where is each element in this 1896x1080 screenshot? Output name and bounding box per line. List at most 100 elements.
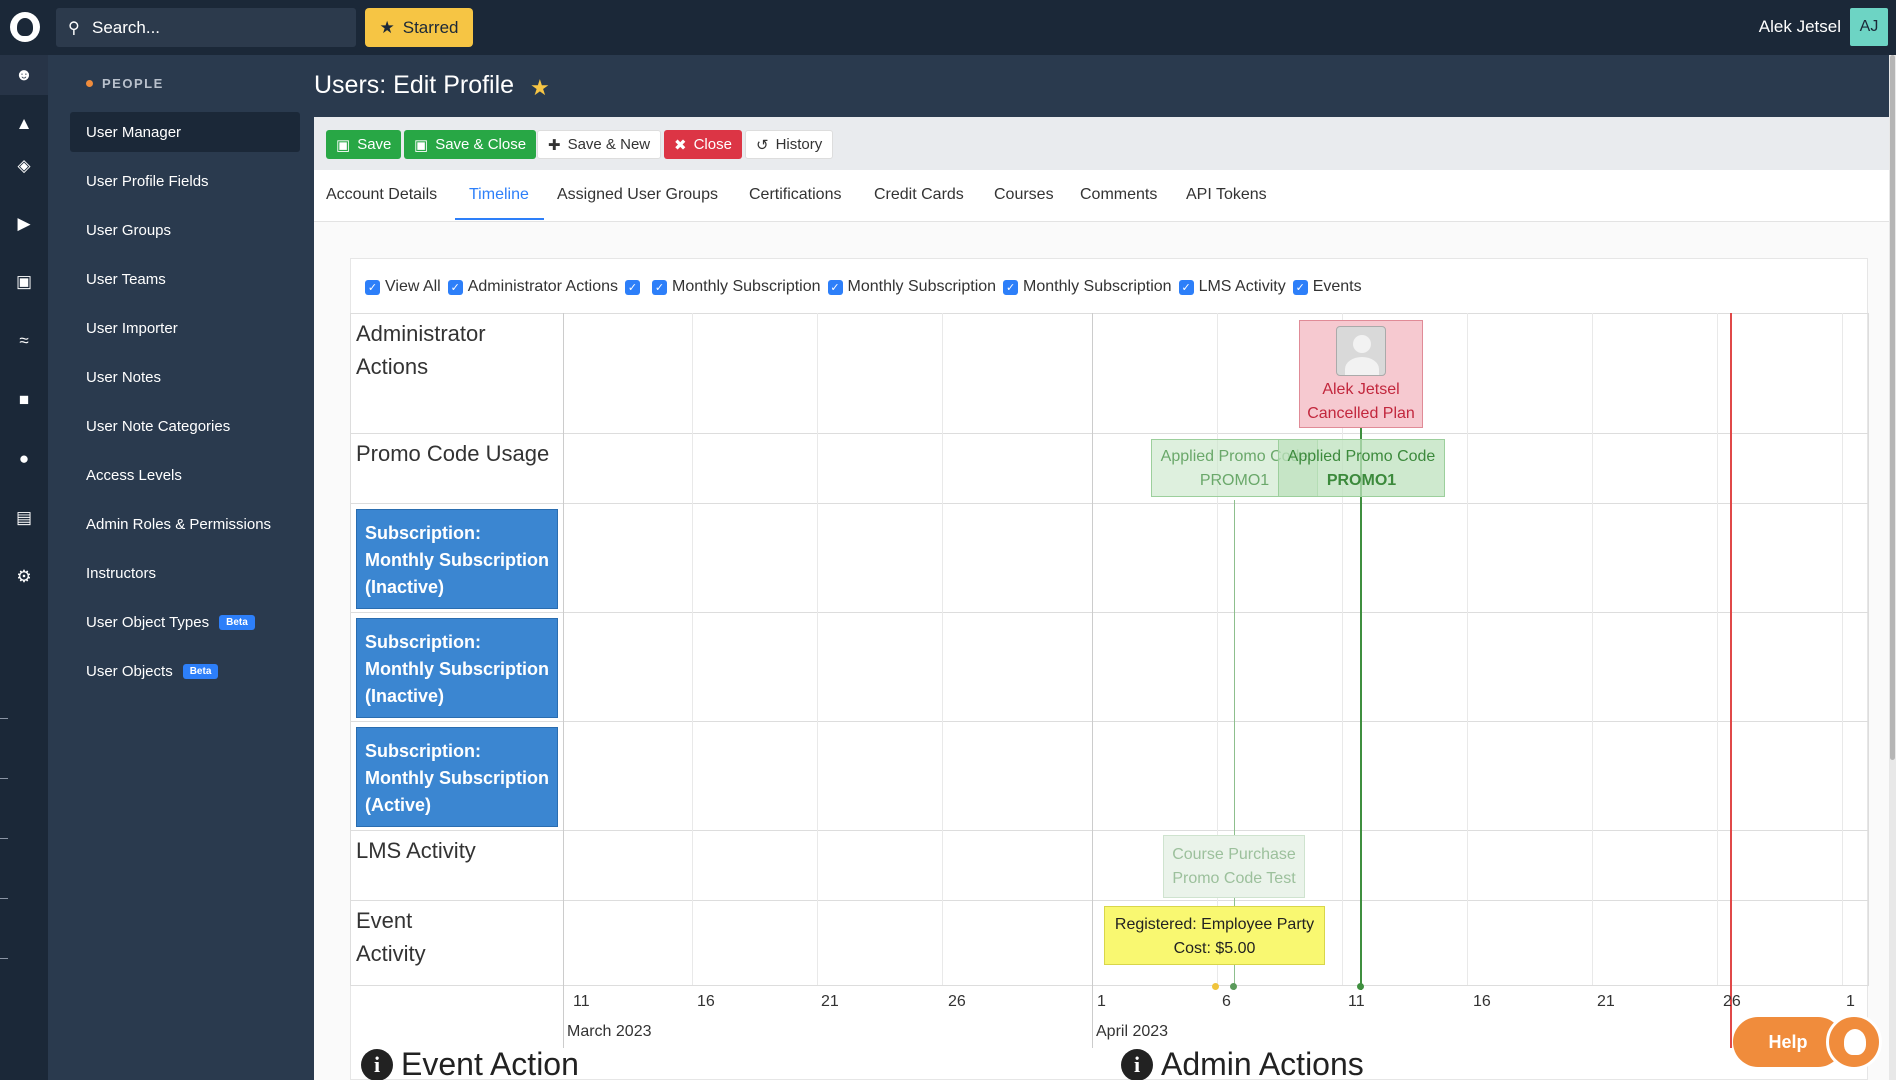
timeline-filters: ✓ View All ✓ Administrator Actions ✓ ✓ Mont… [365, 276, 1369, 298]
row-label-lms: LMS Activity [356, 838, 476, 863]
promo-marker[interactable] [1230, 983, 1237, 990]
promo-code-card[interactable]: Applied Promo Code PROMO1 [1278, 439, 1445, 497]
graduation-cap-icon[interactable]: ◈ [0, 146, 48, 186]
sidebar-item-user-notes[interactable]: User Notes [70, 357, 300, 397]
sidebar-item-user-importer[interactable]: User Importer [70, 308, 300, 348]
shapes-icon[interactable]: ▲ [0, 104, 48, 144]
save-button[interactable]: ▣ Save [326, 130, 402, 159]
grid-line [817, 313, 818, 985]
sidebar-item-user-manager[interactable]: User Manager [70, 112, 300, 152]
app-logo-icon[interactable] [10, 12, 40, 42]
axis-tick: 26 [948, 993, 966, 1010]
sidebar-item-user-groups[interactable]: User Groups [70, 210, 300, 250]
timeline-grid: Administrator Actions Promo Code Usage S… [350, 313, 1869, 1048]
tab-api-tokens[interactable]: API Tokens [1186, 186, 1267, 204]
close-button[interactable]: ✖ Close [664, 130, 742, 159]
scrollbar-thumb[interactable] [1890, 55, 1895, 760]
plus-icon: ✚ [548, 136, 561, 154]
sidebar-item-user-note-categories[interactable]: User Note Categories [70, 406, 300, 446]
event-activity-card[interactable]: Registered: Employee Party Cost: $5.00 [1104, 906, 1325, 965]
favorite-star-icon[interactable]: ★ [530, 75, 550, 101]
info-icon: i [1121, 1048, 1153, 1080]
checkbox-checked-icon[interactable]: ✓ [652, 279, 668, 295]
tab-comments[interactable]: Comments [1080, 186, 1157, 204]
admin-card-name: Alek Jetsel [1322, 381, 1400, 398]
checkbox-checked-icon[interactable]: ✓ [1178, 279, 1194, 295]
grid-line [692, 313, 693, 985]
tab-certifications[interactable]: Certifications [749, 186, 841, 204]
sidebar-item-user-objects[interactable]: User Objects Beta [70, 651, 300, 691]
tab-courses[interactable]: Courses [994, 186, 1054, 204]
rail-divider [0, 958, 8, 959]
save-icon: ▣ [336, 136, 351, 154]
lms-card-line2: Promo Code Test [1172, 870, 1296, 887]
grid-line [563, 313, 564, 1048]
star-icon: ★ [379, 17, 395, 37]
filter-events[interactable]: ✓ Events [1292, 278, 1362, 296]
filter-unlabeled[interactable]: ✓ [625, 279, 645, 295]
tab-credit-cards[interactable]: Credit Cards [874, 186, 964, 204]
tab-timeline[interactable]: Timeline [469, 186, 529, 204]
tab-account-details[interactable]: Account Details [326, 186, 437, 204]
window-icon[interactable]: ▤ [0, 498, 48, 538]
sidebar-item-user-object-types[interactable]: User Object Types Beta [70, 602, 300, 642]
axis-month-label: April 2023 [1096, 1023, 1169, 1040]
sidebar-item-user-teams[interactable]: User Teams [70, 259, 300, 299]
lms-activity-card[interactable]: Course Purchase Promo Code Test [1163, 835, 1305, 898]
starred-button[interactable]: ★ Starred [365, 8, 473, 47]
sidebar-item-admin-roles[interactable]: Admin Roles & Permissions [70, 504, 300, 544]
people-icon[interactable]: ☻ [0, 55, 48, 95]
starred-label: Starred [402, 17, 459, 37]
palette-icon[interactable]: ● [0, 439, 48, 479]
row-label-admin: Administrator Actions [356, 321, 486, 379]
sidebar-item-user-profile-fields[interactable]: User Profile Fields [70, 161, 300, 201]
axis-tick: 16 [697, 993, 715, 1010]
axis-tick: 21 [821, 993, 839, 1010]
search-input[interactable] [92, 8, 342, 47]
filter-monthly-subscription-1[interactable]: ✓ Monthly Subscription [652, 278, 821, 296]
avatar[interactable]: AJ [1850, 8, 1888, 46]
megaphone-icon[interactable]: ▶ [0, 204, 48, 244]
save-new-button[interactable]: ✚ Save & New [537, 130, 662, 159]
profile-tabs: Account Details Timeline Assigned User G… [314, 170, 1889, 222]
row-label-promo: Promo Code Usage [356, 441, 550, 466]
user-name[interactable]: Alek Jetsel [1759, 17, 1841, 37]
admin-actions-heading: i Admin Actions [1121, 1046, 1364, 1080]
today-line [1730, 313, 1732, 1048]
filter-lms-activity[interactable]: ✓ LMS Activity [1178, 278, 1286, 296]
checkbox-checked-icon[interactable]: ✓ [1003, 279, 1019, 295]
filter-administrator-actions[interactable]: ✓ Administrator Actions [447, 278, 618, 296]
search-box[interactable]: ⚲ [56, 8, 356, 47]
checkbox-checked-icon[interactable]: ✓ [625, 279, 641, 295]
tab-assigned-user-groups[interactable]: Assigned User Groups [557, 186, 718, 204]
sidebar-item-instructors[interactable]: Instructors [70, 553, 300, 593]
event-marker[interactable] [1212, 983, 1219, 990]
checkbox-checked-icon[interactable]: ✓ [1292, 279, 1308, 295]
axis-tick: 1 [1097, 993, 1106, 1010]
grid-line [942, 313, 943, 985]
save-icon: ▣ [414, 136, 429, 154]
event-action-heading: i Event Action [361, 1046, 579, 1080]
checkbox-checked-icon[interactable]: ✓ [447, 279, 463, 295]
checkbox-checked-icon[interactable]: ✓ [827, 279, 843, 295]
filter-view-all[interactable]: ✓ View All [365, 278, 441, 296]
chart-icon[interactable]: ≈ [0, 321, 48, 361]
gear-icon[interactable]: ⚙ [0, 557, 48, 597]
filter-monthly-subscription-3[interactable]: ✓ Monthly Subscription [1003, 278, 1172, 296]
chat-icon[interactable]: ■ [0, 380, 48, 420]
promo-marker[interactable] [1357, 983, 1364, 990]
save-close-button[interactable]: ▣ Save & Close [404, 130, 537, 159]
help-chat-icon[interactable] [1826, 1014, 1882, 1070]
checkbox-checked-icon[interactable]: ✓ [365, 279, 380, 295]
money-icon[interactable]: ▣ [0, 262, 48, 302]
grid-line [350, 985, 1869, 986]
page-scrollbar[interactable] [1889, 55, 1896, 1080]
promo-connector-line [1360, 428, 1362, 990]
people-sidebar: PEOPLE User Manager User Profile Fields … [48, 55, 314, 1080]
promo-card-line1: Applied Promo Code [1287, 448, 1436, 465]
grid-line [350, 433, 1869, 434]
filter-monthly-subscription-2[interactable]: ✓ Monthly Subscription [827, 278, 996, 296]
history-button[interactable]: ↺ History [745, 130, 834, 159]
sidebar-item-access-levels[interactable]: Access Levels [70, 455, 300, 495]
admin-action-card[interactable]: Alek Jetsel Cancelled Plan [1299, 320, 1423, 428]
